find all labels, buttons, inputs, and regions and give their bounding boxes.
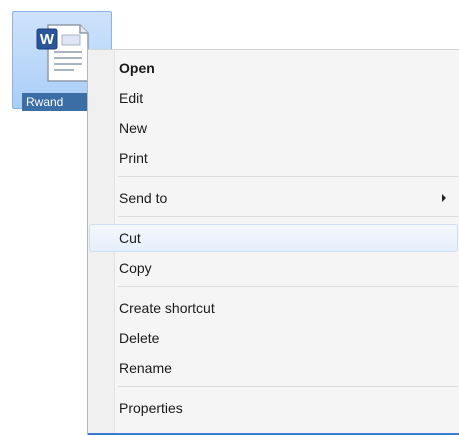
menu-item-send-to[interactable]: Send to (89, 184, 458, 212)
menu-item-delete[interactable]: Delete (89, 324, 458, 352)
menu-item-edit[interactable]: Edit (89, 84, 458, 112)
menu-item-print[interactable]: Print (89, 144, 458, 172)
file-name-label[interactable]: Rwand (22, 93, 96, 111)
context-menu: Open Edit New Print Send to Cut Copy Cre… (87, 49, 459, 435)
chevron-right-icon (442, 194, 446, 202)
menu-item-create-shortcut[interactable]: Create shortcut (89, 294, 458, 322)
menu-item-send-to-label: Send to (119, 190, 168, 206)
menu-separator (118, 176, 458, 177)
menu-separator (118, 216, 458, 217)
menu-item-properties[interactable]: Properties (89, 394, 458, 422)
menu-item-copy[interactable]: Copy (89, 254, 458, 282)
word-document-icon: W (36, 24, 89, 82)
word-icon-letter: W (40, 31, 55, 48)
menu-item-rename[interactable]: Rename (89, 354, 458, 382)
menu-item-cut[interactable]: Cut (89, 224, 458, 252)
menu-separator (118, 386, 458, 387)
menu-item-open[interactable]: Open (89, 54, 458, 82)
menu-separator (118, 286, 458, 287)
menu-item-new[interactable]: New (89, 114, 458, 142)
